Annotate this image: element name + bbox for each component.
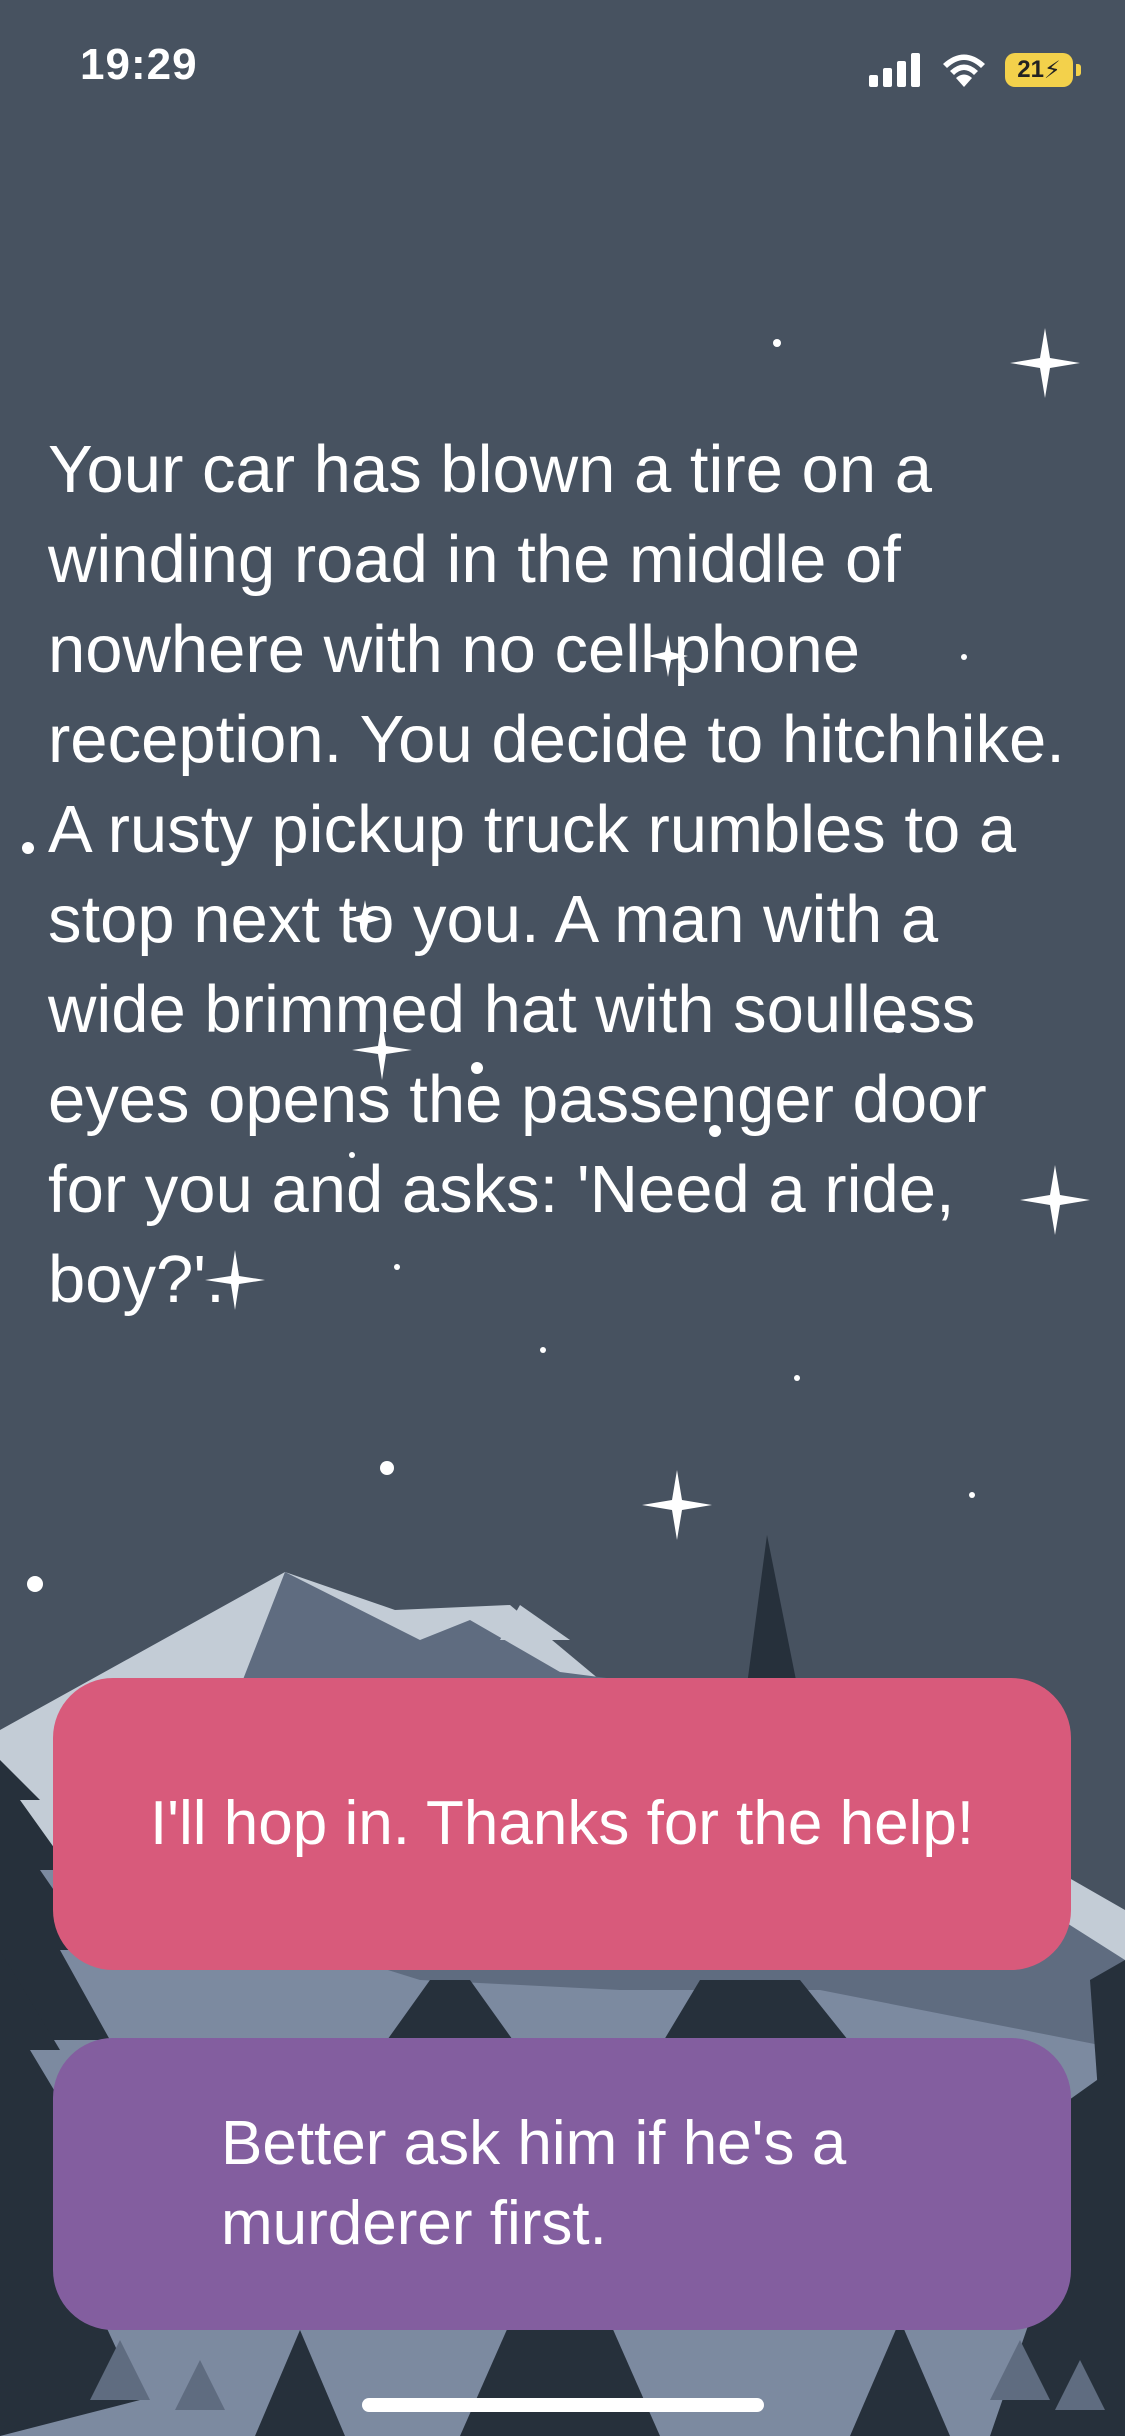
choice-button-hop-in[interactable]: I'll hop in. Thanks for the help! — [53, 1678, 1071, 1970]
home-indicator[interactable] — [362, 2398, 764, 2412]
battery-level: 21 — [1017, 56, 1044, 83]
cellular-signal-icon — [869, 53, 920, 87]
wifi-icon — [943, 54, 985, 87]
status-time: 19:29 — [80, 40, 198, 89]
story-text: Your car has blown a tire on a winding r… — [48, 432, 1065, 1317]
charging-bolt-icon: ⚡ — [1043, 56, 1061, 84]
choice-label: I'll hop in. Thanks for the help! — [149, 1789, 975, 1858]
choice-label: Better ask him if he's a murderer first. — [221, 2109, 847, 2258]
battery-charging-icon: 21 ⚡ — [1005, 53, 1081, 87]
status-bar: 19:29 21 ⚡ — [0, 0, 1125, 140]
choice-button-ask-murderer[interactable]: Better ask him if he's a murderer first. — [53, 2038, 1071, 2330]
status-icons: 21 ⚡ — [869, 48, 1081, 92]
